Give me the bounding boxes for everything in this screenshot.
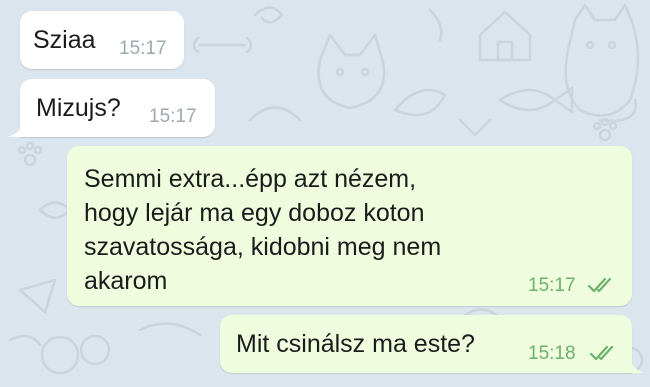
message-text: Semmi extra...épp azt nézem, hogy lejár … [84,162,441,298]
message-text: Sziaa [33,26,96,54]
message-time: 15:17 [149,106,197,127]
outgoing-message[interactable]: Mit csinálsz ma este? 15:18 [220,315,632,373]
bubble-tail [630,359,644,373]
message-line: Semmi extra...épp azt nézem, [84,165,417,193]
message-time: 15:18 [528,343,576,364]
message-text: Mizujs? [36,94,121,122]
message-line: szavatossága, kidobni meg nem [84,233,442,261]
incoming-message[interactable]: Mizujs? 15:17 [20,79,215,137]
double-check-icon [589,345,614,361]
incoming-message[interactable]: Sziaa 15:17 [20,11,184,69]
message-text: Mit csinálsz ma este? [236,330,475,358]
double-check-icon [587,277,612,293]
message-line: hogy lejár ma egy doboz koton [84,199,425,227]
message-line: akarom [84,267,168,295]
message-time: 15:17 [528,275,576,296]
outgoing-message[interactable]: Semmi extra...épp azt nézem, hogy lejár … [67,146,632,306]
message-time: 15:17 [119,38,167,59]
